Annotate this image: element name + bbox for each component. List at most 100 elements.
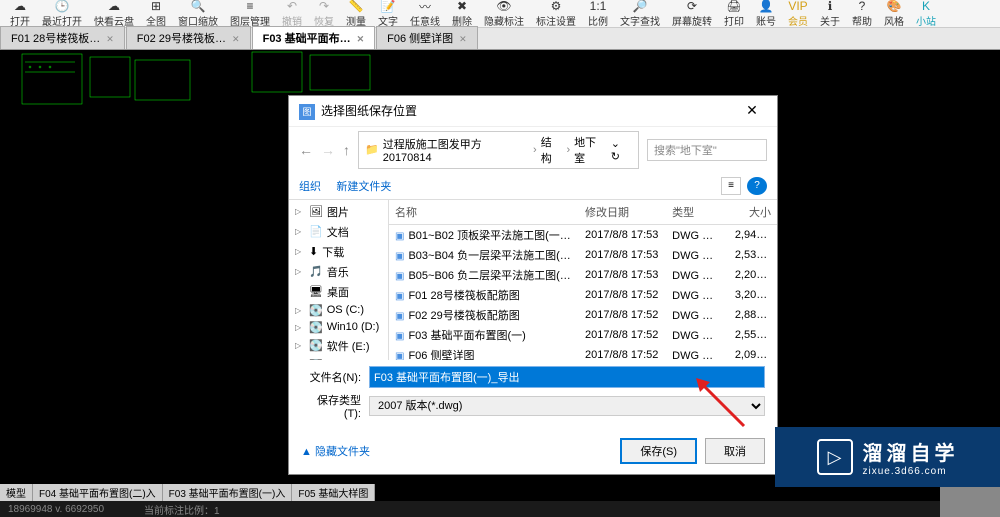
- path-bar[interactable]: 📁 过程版施工图发甲方20170814› 结构› 地下室 ⌄ ↻: [358, 131, 639, 169]
- view-mode-button[interactable]: ≡: [721, 177, 741, 195]
- tab-close-icon[interactable]: ✕: [459, 34, 467, 44]
- measure-button[interactable]: 📏测量: [340, 0, 372, 28]
- drive-icon: 📄: [309, 225, 323, 238]
- layout-tab[interactable]: 模型: [0, 484, 33, 501]
- full-view-icon: ⊞: [149, 0, 163, 13]
- col-type[interactable]: 类型: [666, 204, 729, 220]
- tree-item[interactable]: ▷📄文档: [289, 222, 388, 242]
- recent-button[interactable]: 🕒最近打开: [36, 0, 88, 28]
- expand-icon[interactable]: ▷: [295, 247, 305, 256]
- find-text-button[interactable]: 🔎文字查找: [614, 0, 666, 28]
- tree-item[interactable]: ▷🎵音乐: [289, 262, 388, 282]
- file-row[interactable]: ▣F02 29号楼筏板配筋图2017/8/8 17:52DWG 文件2,885 …: [389, 305, 777, 325]
- about-button[interactable]: ℹ关于: [814, 0, 846, 28]
- document-tab[interactable]: F01 28号楼筏板…✕: [0, 26, 125, 49]
- layers-icon: ≡: [243, 0, 257, 13]
- file-row[interactable]: ▣F03 基础平面布置图(一)2017/8/8 17:52DWG 文件2,554…: [389, 325, 777, 345]
- col-date[interactable]: 修改日期: [579, 204, 666, 220]
- nav-forward[interactable]: →: [321, 142, 335, 158]
- file-row[interactable]: ▣F01 28号楼筏板配筋图2017/8/8 17:52DWG 文件3,205 …: [389, 285, 777, 305]
- style-button[interactable]: 🎨风格: [878, 0, 910, 28]
- file-row[interactable]: ▣B01~B02 顶板梁平法施工图(一)~(二)2017/8/8 17:53DW…: [389, 225, 777, 245]
- scale-icon: 1:1: [591, 0, 605, 13]
- newfolder-link[interactable]: 新建文件夹: [336, 181, 391, 193]
- document-tab[interactable]: F06 侧壁详图✕: [376, 26, 478, 49]
- file-row[interactable]: ▣B05~B06 负二层梁平法施工图(一)~(二)2017/8/8 17:53D…: [389, 265, 777, 285]
- text-button[interactable]: 📝文字: [372, 0, 404, 28]
- expand-icon[interactable]: ▷: [295, 227, 305, 236]
- watermark: ▷ 溜溜自学 zixue.3d66.com: [775, 427, 1000, 487]
- line-button[interactable]: 〰任意线: [404, 0, 446, 28]
- save-button[interactable]: 保存(S): [620, 438, 697, 464]
- drive-icon: 💽: [309, 339, 323, 352]
- redo-icon: ↷: [317, 0, 331, 13]
- file-row[interactable]: ▣F06 侧壁详图2017/8/8 17:52DWG 文件2,098 K: [389, 345, 777, 360]
- expand-icon[interactable]: ▷: [295, 341, 305, 350]
- vip-icon: VIP: [791, 0, 805, 13]
- cursor-coords: 18969948 v. 6692950: [8, 504, 104, 515]
- document-tab[interactable]: F02 29号楼筏板…✕: [126, 26, 251, 49]
- file-icon: ▣: [395, 311, 404, 322]
- print-button[interactable]: 🖨打印: [718, 0, 750, 28]
- scale-button[interactable]: 1:1比例: [582, 0, 614, 28]
- anno-settings-button[interactable]: ⚙标注设置: [530, 0, 582, 28]
- cloud-button[interactable]: ☁快看云盘: [88, 0, 140, 28]
- help-button[interactable]: ?: [747, 177, 767, 195]
- nav-up[interactable]: ↑: [343, 142, 350, 158]
- nav-back[interactable]: ←: [299, 142, 313, 158]
- anno-scale: 当前标注比例：1: [144, 502, 220, 517]
- file-row[interactable]: ▣B03~B04 负一层梁平法施工图(一)~(...2017/8/8 17:53…: [389, 245, 777, 265]
- tab-close-icon[interactable]: ✕: [357, 34, 365, 44]
- site-button[interactable]: K小站: [910, 0, 942, 28]
- about-icon: ℹ: [823, 0, 837, 13]
- expand-icon[interactable]: ▷: [295, 323, 305, 332]
- help-button[interactable]: ?帮助: [846, 0, 878, 28]
- dialog-nav: ← → ↑ 📁 过程版施工图发甲方20170814› 结构› 地下室 ⌄ ↻ 搜…: [289, 127, 777, 173]
- tree-item[interactable]: ▷🖼图片: [289, 202, 388, 222]
- undo-button[interactable]: ↶撤销: [276, 0, 308, 28]
- rotate-button[interactable]: ⟳屏幕旋转: [666, 0, 718, 28]
- organize-link[interactable]: 组织: [299, 181, 321, 193]
- expand-icon[interactable]: ▷: [295, 306, 305, 315]
- layout-tab[interactable]: F04 基础平面布置图(二)入: [33, 484, 163, 501]
- account-button[interactable]: 👤账号: [750, 0, 782, 28]
- layout-tabs: 模型F04 基础平面布置图(二)入F03 基础平面布置图(一)入F05 基础大样…: [0, 484, 375, 501]
- search-input[interactable]: 搜索"地下室": [647, 139, 767, 161]
- tree-item[interactable]: ▷💽软件 (E:): [289, 336, 388, 356]
- layout-tab[interactable]: F03 基础平面布置图(一)入: [163, 484, 293, 501]
- layers-button[interactable]: ≡图层管理: [224, 0, 276, 28]
- delete-icon: ✖: [455, 0, 469, 13]
- expand-icon[interactable]: ▷: [295, 207, 305, 216]
- dialog-titlebar: 图选择图纸保存位置 ✕: [289, 96, 777, 127]
- full-view-button[interactable]: ⊞全图: [140, 0, 172, 28]
- account-icon: 👤: [759, 0, 773, 13]
- redo-button[interactable]: ↷恢复: [308, 0, 340, 28]
- delete-button[interactable]: ✖删除: [446, 0, 478, 28]
- zoom-button[interactable]: 🔍窗口缩放: [172, 0, 224, 28]
- tree-item[interactable]: 🖥桌面: [289, 282, 388, 302]
- drive-icon: 💽: [309, 321, 323, 334]
- cancel-button[interactable]: 取消: [705, 438, 765, 464]
- tree-item[interactable]: ▷💽Win10 (D:): [289, 319, 388, 336]
- document-tab[interactable]: F03 基础平面布…✕: [252, 26, 376, 49]
- dialog-title-text: 选择图纸保存位置: [321, 104, 417, 118]
- col-name[interactable]: 名称: [389, 204, 579, 220]
- drive-icon: 🖥: [309, 285, 323, 298]
- vip-button[interactable]: VIP会员: [782, 0, 814, 28]
- tab-close-icon[interactable]: ✕: [106, 34, 114, 44]
- col-size[interactable]: 大小: [729, 204, 777, 220]
- filetype-select[interactable]: 2007 版本(*.dwg): [369, 396, 765, 416]
- expand-icon[interactable]: ▷: [295, 267, 305, 276]
- tree-item[interactable]: ▷💽下载 (F:): [289, 356, 388, 360]
- file-icon: ▣: [395, 231, 404, 242]
- tree-item[interactable]: ▷⬇下载: [289, 242, 388, 262]
- filename-input[interactable]: F03 基础平面布置图(一)_导出: [369, 366, 765, 388]
- tree-item[interactable]: ▷💽OS (C:): [289, 302, 388, 319]
- close-button[interactable]: ✕: [737, 102, 767, 119]
- tab-close-icon[interactable]: ✕: [232, 34, 240, 44]
- hide-folders-link[interactable]: ▲ 隐藏文件夹: [301, 443, 370, 459]
- hide-anno-button[interactable]: 👁隐藏标注: [478, 0, 530, 28]
- open-button[interactable]: ☁打开: [4, 0, 36, 28]
- open-icon: ☁: [13, 0, 27, 13]
- layout-tab[interactable]: F05 基础大样图: [292, 484, 375, 501]
